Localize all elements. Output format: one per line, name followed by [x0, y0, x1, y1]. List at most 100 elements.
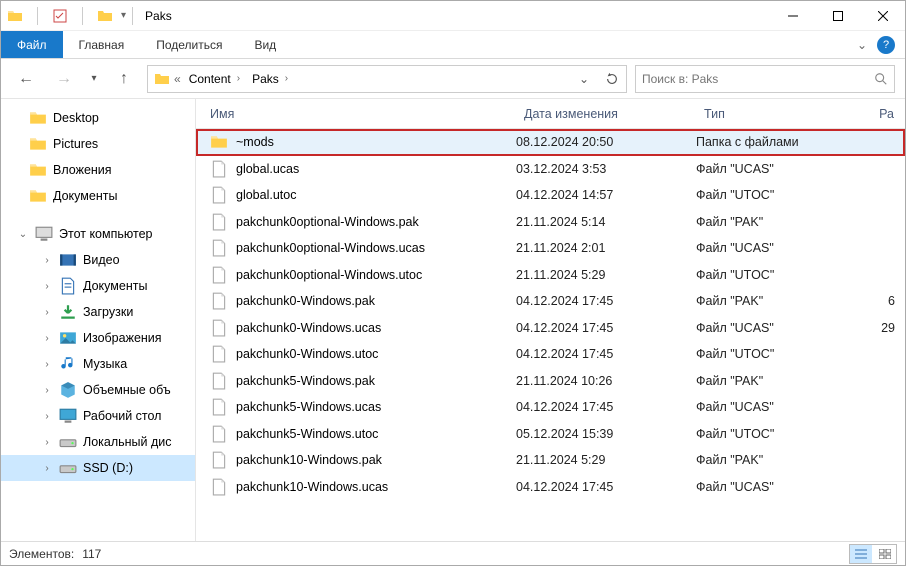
file-row[interactable]: pakchunk0optional-Windows.utoc21.11.2024…	[196, 262, 905, 289]
file-icon	[210, 186, 228, 204]
chevron-right-icon[interactable]: ›	[41, 281, 53, 292]
column-header-size[interactable]: Ра	[856, 107, 905, 121]
status-items-count: 117	[82, 547, 101, 561]
file-row[interactable]: pakchunk5-Windows.utoc05.12.2024 15:39Фа…	[196, 421, 905, 448]
breadcrumb[interactable]: Paks›	[248, 72, 292, 86]
file-size: 6	[856, 294, 905, 308]
file-icon	[210, 266, 228, 284]
chevron-down-icon[interactable]: ⌄	[17, 229, 29, 240]
file-row[interactable]: pakchunk10-Windows.pak21.11.2024 5:29Фай…	[196, 447, 905, 474]
folder-row[interactable]: ~mods08.12.2024 20:50Папка с файлами	[196, 129, 905, 156]
sidebar-item[interactable]: ›SSD (D:)	[1, 455, 195, 481]
chevron-right-icon[interactable]: ›	[41, 411, 53, 422]
sidebar-item[interactable]: ›Видео	[1, 247, 195, 273]
search-box[interactable]	[635, 65, 895, 93]
folder-icon	[29, 135, 47, 153]
file-row[interactable]: pakchunk0-Windows.utoc04.12.2024 17:45Фа…	[196, 341, 905, 368]
sidebar-item[interactable]: ›Документы	[1, 273, 195, 299]
navigation-pane[interactable]: Desktop PicturesВложения Документы ⌄ Этот к…	[1, 99, 196, 541]
view-details-button[interactable]	[850, 545, 872, 563]
file-icon	[210, 213, 228, 231]
minimize-button[interactable]	[770, 1, 815, 31]
chevron-right-icon: ›	[237, 73, 240, 84]
file-type: Файл "PAK"	[696, 453, 856, 467]
chevron-right-icon[interactable]: ›	[41, 437, 53, 448]
sidebar-item[interactable]: ›Изображения	[1, 325, 195, 351]
chevron-right-icon[interactable]: ›	[41, 463, 53, 474]
properties-icon[interactable]	[52, 8, 68, 24]
sidebar-item-thispc[interactable]: ⌄ Этот компьютер	[1, 221, 195, 247]
file-row[interactable]: pakchunk5-Windows.ucas04.12.2024 17:45Фа…	[196, 394, 905, 421]
view-toggle	[849, 544, 897, 564]
file-row[interactable]: global.utoc04.12.2024 14:57Файл "UTOC"	[196, 182, 905, 209]
address-bar[interactable]: « Content› Paks› ⌄	[147, 65, 627, 93]
folder-icon	[210, 133, 228, 151]
sidebar-item-label: Этот компьютер	[59, 227, 152, 241]
file-row[interactable]: pakchunk0-Windows.ucas04.12.2024 17:45Фа…	[196, 315, 905, 342]
video-icon	[59, 251, 77, 269]
chevron-right-icon[interactable]: ›	[41, 359, 53, 370]
pc-icon	[35, 225, 53, 243]
sidebar-item[interactable]: Pictures	[1, 131, 195, 157]
recent-dropdown-icon[interactable]: ▾	[87, 65, 101, 93]
file-name: pakchunk0-Windows.ucas	[236, 321, 381, 335]
address-dropdown-icon[interactable]: ⌄	[572, 67, 596, 91]
chevron-right-icon[interactable]: ›	[41, 385, 53, 396]
refresh-button[interactable]	[600, 67, 624, 91]
file-icon	[210, 239, 228, 257]
file-name: global.ucas	[236, 162, 299, 176]
chevron-right-icon[interactable]: ›	[41, 307, 53, 318]
forward-button[interactable]: →	[49, 65, 79, 93]
file-row[interactable]: pakchunk0optional-Windows.ucas21.11.2024…	[196, 235, 905, 262]
folder-icon	[7, 8, 23, 24]
file-row[interactable]: pakchunk10-Windows.ucas04.12.2024 17:45Ф…	[196, 474, 905, 501]
sidebar-item[interactable]: › Объемные объ	[1, 377, 195, 403]
file-list[interactable]: ~mods08.12.2024 20:50Папка с файламиglob…	[196, 129, 905, 541]
tab-share[interactable]: Поделиться	[140, 31, 238, 58]
ribbon-expand-icon[interactable]: ⌄	[857, 38, 867, 52]
search-icon[interactable]	[874, 72, 888, 86]
breadcrumb[interactable]: Content›	[185, 72, 244, 86]
file-row[interactable]: global.ucas03.12.2024 3:53Файл "UCAS"	[196, 156, 905, 183]
sidebar-item[interactable]: ›Рабочий стол	[1, 403, 195, 429]
column-header-date[interactable]: Дата изменения	[516, 107, 696, 121]
ribbon-tabs: Файл Главная Поделиться Вид ⌄ ?	[1, 31, 905, 59]
file-type: Файл "PAK"	[696, 215, 856, 229]
tab-file[interactable]: Файл	[1, 31, 63, 58]
view-thumbnails-button[interactable]	[874, 545, 896, 563]
sidebar-item-label: Документы	[53, 189, 117, 203]
chevron-right-icon[interactable]: ›	[41, 255, 53, 266]
up-button[interactable]: ↑	[109, 65, 139, 93]
sidebar-item-label: Объемные объ	[83, 383, 171, 397]
file-icon	[210, 478, 228, 496]
file-type: Файл "PAK"	[696, 294, 856, 308]
sidebar-item[interactable]: ›Загрузки	[1, 299, 195, 325]
file-name: pakchunk10-Windows.ucas	[236, 480, 388, 494]
chevron-right-icon[interactable]: ›	[41, 333, 53, 344]
column-header-name[interactable]: Имя	[196, 107, 516, 121]
sidebar-item-label: Desktop	[53, 111, 99, 125]
maximize-button[interactable]	[815, 1, 860, 31]
qat-dropdown-icon[interactable]: ▾	[121, 10, 126, 21]
file-name: pakchunk5-Windows.pak	[236, 374, 375, 388]
search-input[interactable]	[642, 72, 868, 86]
statusbar: Элементов: 117	[1, 541, 905, 565]
sidebar-item[interactable]: › Локальный дис	[1, 429, 195, 455]
sidebar-item[interactable]: Документы	[1, 183, 195, 209]
help-icon[interactable]: ?	[877, 36, 895, 54]
sidebar-item[interactable]: Вложения	[1, 157, 195, 183]
titlebar: ▾ Paks	[1, 1, 905, 31]
tab-home[interactable]: Главная	[63, 31, 141, 58]
column-header-type[interactable]: Тип	[696, 107, 856, 121]
sidebar-item[interactable]: ›Музыка	[1, 351, 195, 377]
sidebar-item[interactable]: Desktop	[1, 105, 195, 131]
file-row[interactable]: pakchunk0-Windows.pak04.12.2024 17:45Фай…	[196, 288, 905, 315]
close-button[interactable]	[860, 1, 905, 31]
file-row[interactable]: pakchunk5-Windows.pak21.11.2024 10:26Фай…	[196, 368, 905, 395]
tab-view[interactable]: Вид	[238, 31, 292, 58]
sidebar-item-label: Локальный дис	[83, 435, 172, 449]
back-button[interactable]: ←	[11, 65, 41, 93]
file-name: pakchunk0optional-Windows.ucas	[236, 241, 425, 255]
file-row[interactable]: pakchunk0optional-Windows.pak21.11.2024 …	[196, 209, 905, 236]
file-date: 08.12.2024 20:50	[516, 135, 696, 149]
